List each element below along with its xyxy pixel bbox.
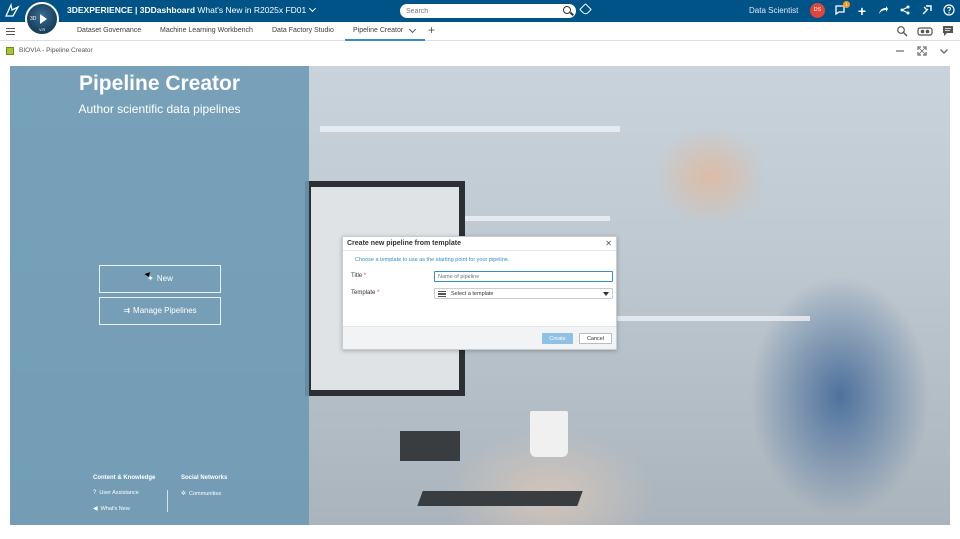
avatar[interactable]: DS [810,3,825,18]
widget-menu-chevron-icon[interactable] [938,45,950,57]
active-tab-indicator [345,39,425,41]
tools-icon[interactable] [920,4,934,18]
compass-version: V.R [39,27,46,32]
template-select-value: Select a template [451,291,494,297]
hero-subtitle: Author scientific data pipelines [78,102,241,116]
search-box[interactable] [400,4,576,18]
hero-title: Pipeline Creator [78,72,241,95]
maximize-icon[interactable] [916,45,928,57]
pipeline-icon: ⇉ [123,306,131,315]
keyboard-image [417,491,583,506]
required-marker: * [363,273,367,279]
caret-down-icon [603,292,609,296]
dialog-footer: Create Cancel [343,326,616,349]
megaphone-icon: ◀ [93,506,98,512]
create-button[interactable]: Create [542,333,573,344]
whats-new-link[interactable]: ◀ What's New [93,505,130,512]
cancel-button[interactable]: Cancel [579,333,612,344]
manage-pipelines-button[interactable]: ⇉ Manage Pipelines [99,297,221,325]
dashboard-title[interactable]: 3DEXPERIENCE | 3DDashboard What's New in… [67,4,317,15]
view-mode-icon[interactable] [917,25,933,37]
menu-icon[interactable] [6,28,15,35]
add-tab-icon[interactable]: + [428,24,435,36]
user-assistance-label: User Assistance [99,490,139,496]
template-list-icon [438,291,446,297]
widget-header [0,42,960,62]
chevron-down-icon [309,4,317,13]
title-field-label: Title * [351,273,366,279]
notification-badge: 1 [843,1,850,8]
whats-new-label: What's New [100,506,130,512]
mug-image [530,411,568,457]
dialog-divider [343,250,616,251]
help-circle-icon: ? [93,490,97,496]
new-button-label: New [156,274,173,283]
tab-dataset-governance[interactable]: Dataset Governance [77,27,141,34]
pipeline-title-input[interactable] [434,271,613,282]
title-label-text: Title [351,273,363,279]
required-marker: * [377,290,380,296]
monitor-stand-image [400,431,460,461]
lab-shelf [610,316,810,321]
tab-machine-learning-workbench[interactable]: Machine Learning Workbench [160,27,253,34]
compass-icon[interactable]: 3D V.R [25,2,59,36]
compass-label: 3D [30,16,37,22]
lab-shelf [320,126,620,132]
user-role[interactable]: Data Scientist [749,6,798,15]
template-field-label: Template * [351,290,379,296]
template-select[interactable]: Select a template [434,288,613,299]
network-icon[interactable] [898,4,912,18]
share-icon[interactable] [876,4,890,18]
add-icon[interactable]: + [855,4,869,18]
search-input[interactable] [406,6,556,16]
new-pipeline-button[interactable]: ✦ New [99,265,221,293]
biovia-app-icon [6,47,14,55]
tab-pipeline-creator[interactable]: Pipeline Creator [353,27,403,34]
tab-data-factory-studio[interactable]: Data Factory Studio [272,27,334,34]
footer-divider [167,490,168,512]
close-icon[interactable]: ✕ [605,239,612,248]
communities-link[interactable]: ✲ Communities [181,490,221,497]
template-label-text: Template [351,290,376,296]
social-networks-title: Social Networks [181,475,228,481]
create-pipeline-dialog: Create new pipeline from template ✕ Choo… [342,236,617,350]
manage-button-label: Manage Pipelines [133,306,197,315]
tag-icon[interactable] [579,3,592,16]
dialog-hint: Choose a template to use as the starting… [355,257,510,263]
ds-logo-icon[interactable] [4,2,20,19]
brand-prefix: 3DEXPERIENCE | 3DDashboard [67,5,196,15]
communities-icon: ✲ [181,491,187,497]
play-icon [40,14,47,24]
content-knowledge-title: Content & Knowledge [93,475,156,481]
widget-title: BIOVIA - Pipeline Creator [19,47,93,54]
comments-icon[interactable] [942,25,954,37]
communities-label: Communities [189,491,222,497]
minimize-icon[interactable] [894,45,906,57]
top-bar: 3DEXPERIENCE | 3DDashboard What's New in… [0,0,960,22]
help-icon[interactable] [942,4,956,18]
dashboard-name: What's New in R2025x FD01 [197,5,307,15]
tab-bar [0,22,960,41]
search-icon[interactable] [563,6,571,14]
dialog-title: Create new pipeline from template [347,240,461,247]
search-dashboard-icon[interactable] [896,25,908,37]
left-panel: Pipeline Creator Author scientific data … [10,66,309,525]
user-assistance-link[interactable]: ? User Assistance [93,490,139,496]
